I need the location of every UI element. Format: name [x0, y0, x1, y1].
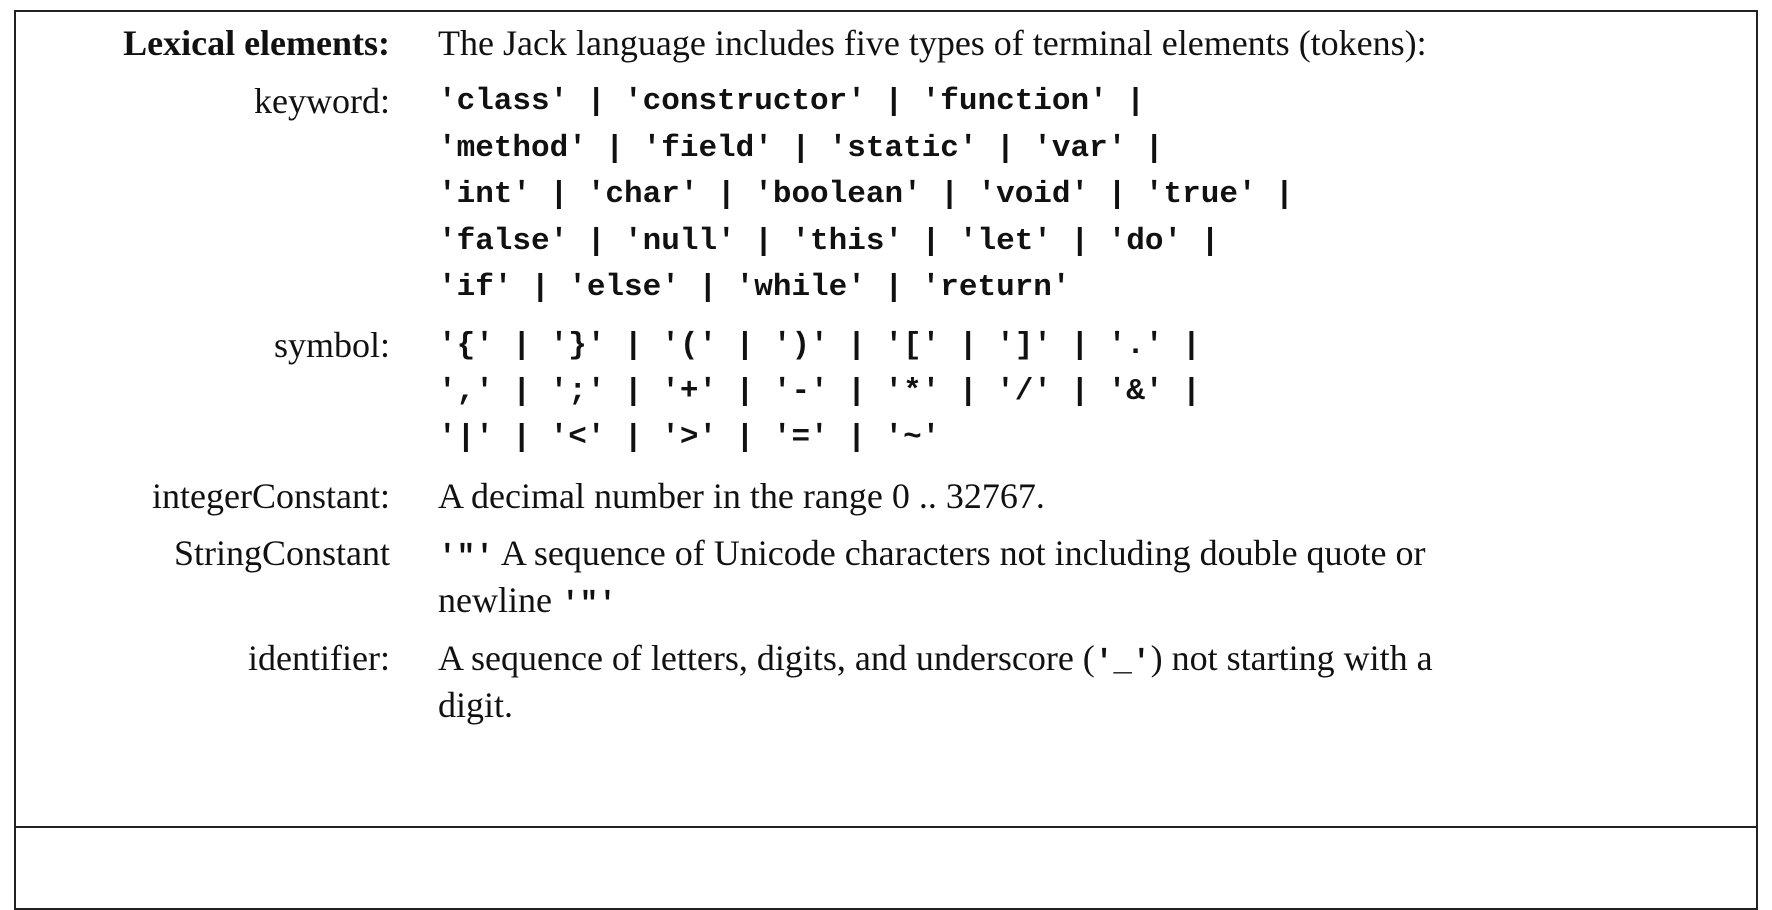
keyword-line: 'if' | 'else' | 'while' | 'return': [438, 270, 1071, 305]
string-constant-label: StringConstant: [173, 533, 390, 573]
identifier-text: A sequence of letters, digits, and under…: [438, 638, 1095, 678]
lexical-elements-description: The Jack language includes five types of…: [438, 23, 1427, 63]
integer-constant-description: A decimal number in the range 0 .. 32767…: [438, 476, 1045, 516]
double-quote-symbol: '"': [560, 587, 617, 622]
identifier-text: ) not starting with a: [1150, 638, 1433, 678]
symbol-line: '|' | '<' | '>' | '=' | '~': [438, 420, 941, 455]
identifier-description-line2: digit.: [438, 685, 514, 725]
double-quote-symbol: '"': [438, 540, 494, 575]
underscore-symbol: '_': [1094, 645, 1151, 680]
integer-constant-label: integerConstant:: [152, 476, 390, 516]
string-constant-text: A sequence of Unicode characters not inc…: [493, 533, 1426, 573]
symbol-line: '{' | '}' | '(' | ')' | '[' | ']' | '.' …: [438, 328, 1201, 363]
keyword-line: 'class' | 'constructor' | 'function' |: [438, 84, 1145, 119]
keyword-line: 'false' | 'null' | 'this' | 'let' | 'do'…: [438, 224, 1220, 259]
string-constant-text: newline: [438, 580, 561, 620]
string-constant-description-line1: '"' A sequence of Unicode characters not…: [438, 532, 1426, 575]
keyword-label: keyword:: [254, 81, 390, 121]
keyword-line: 'int' | 'char' | 'boolean' | 'void' | 't…: [438, 177, 1294, 212]
identifier-label: identifier:: [248, 638, 390, 678]
string-constant-description-line2: newline '"': [438, 579, 617, 622]
identifier-description-line1: A sequence of letters, digits, and under…: [438, 637, 1433, 680]
symbol-label: symbol:: [273, 325, 390, 365]
symbol-line: ',' | ';' | '+' | '-' | '*' | '/' | '&' …: [438, 374, 1201, 409]
lexical-elements-label: Lexical elements:: [123, 23, 390, 63]
keyword-line: 'method' | 'field' | 'static' | 'var' |: [438, 131, 1164, 166]
table-bottom-divider: [14, 826, 1758, 828]
